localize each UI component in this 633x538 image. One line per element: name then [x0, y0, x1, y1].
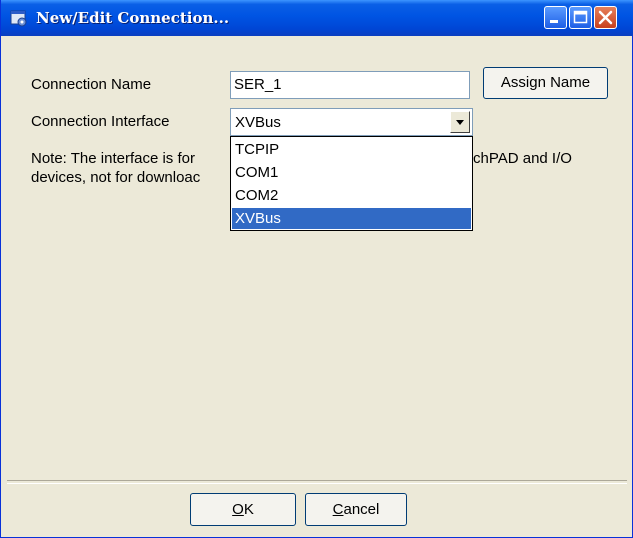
minimize-icon	[550, 20, 558, 23]
dialog-window: New/Edit Connection... Connection Name A…	[0, 0, 633, 538]
maximize-button[interactable]	[569, 6, 592, 29]
note-text-line1-end: chPAD and I/O	[473, 150, 572, 167]
ok-button[interactable]: OK	[190, 493, 296, 526]
close-button[interactable]	[594, 6, 617, 29]
dropdown-arrow-button[interactable]	[450, 111, 470, 133]
dropdown-option-xvbus[interactable]: XVBus	[232, 208, 471, 229]
cancel-button[interactable]: Cancel	[305, 493, 407, 526]
connection-interface-label: Connection Interface	[31, 113, 170, 130]
connection-name-label: Connection Name	[31, 76, 152, 93]
window-title: New/Edit Connection...	[36, 9, 230, 27]
dropdown-option-com2[interactable]: COM2	[232, 185, 471, 206]
title-bar[interactable]: New/Edit Connection...	[1, 0, 633, 36]
ok-label-rest: K	[243, 501, 254, 518]
cancel-label-rest: ancel	[343, 501, 380, 518]
footer-separator	[7, 480, 627, 484]
maximize-icon	[573, 10, 588, 24]
connection-name-input[interactable]	[234, 76, 464, 93]
connection-interface-select[interactable]: XVBus	[230, 108, 473, 136]
app-icon	[10, 9, 28, 27]
close-icon	[598, 10, 613, 25]
cancel-accelerator: C	[332, 501, 344, 518]
dropdown-option-tcpip[interactable]: TCPIP	[232, 139, 471, 160]
connection-interface-value: XVBus	[235, 114, 281, 131]
note-text-line1-start: Note: The interface is for	[31, 150, 195, 167]
dropdown-option-com1[interactable]: COM1	[232, 162, 471, 183]
connection-name-field[interactable]	[230, 71, 470, 99]
ok-accelerator: O	[232, 501, 244, 518]
interface-dropdown-list: TCPIP COM1 COM2 XVBus	[230, 136, 473, 231]
minimize-button[interactable]	[544, 6, 567, 29]
chevron-down-icon	[456, 120, 464, 125]
note-text-line2: devices, not for downloac	[31, 169, 201, 186]
assign-name-button[interactable]: Assign Name	[483, 67, 608, 99]
